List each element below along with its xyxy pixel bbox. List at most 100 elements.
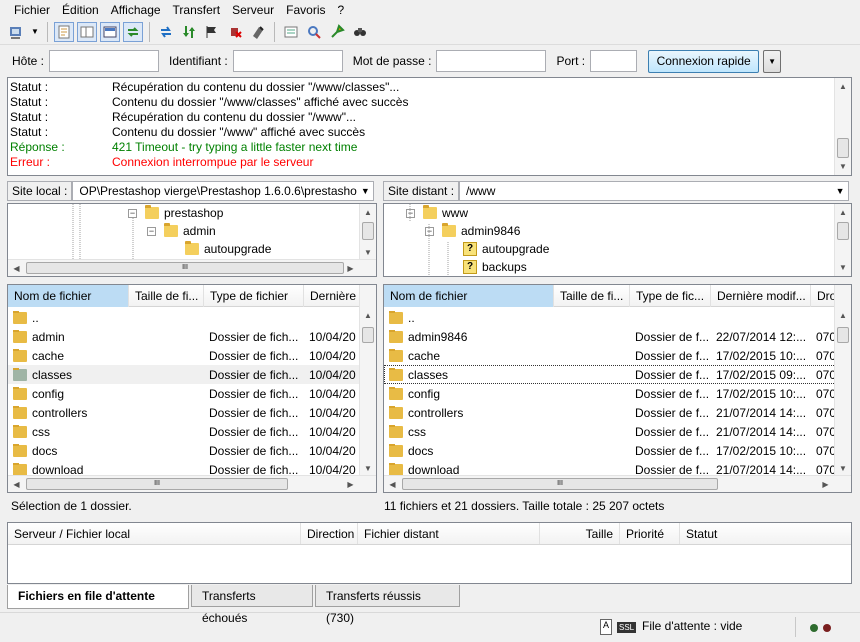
remote-col-date[interactable]: Dernière modif... — [711, 285, 811, 307]
tree-view-icon[interactable] — [77, 21, 97, 42]
status-bar: A SSL File d'attente : vide — [0, 612, 860, 642]
tree-node[interactable]: − admin — [147, 222, 216, 240]
file-row[interactable]: css Dossier de f... 21/07/2014 14:... 070 — [384, 422, 836, 441]
remote-col-type[interactable]: Type de fic... — [630, 285, 711, 307]
message-log-icon[interactable] — [54, 21, 74, 42]
remote-list-hscroll[interactable]: ◀ III ▶ — [384, 475, 851, 492]
file-row[interactable]: config Dossier de fich... 10/04/20 — [8, 384, 360, 403]
log-type: Statut : — [10, 110, 49, 124]
local-col-date[interactable]: Dernière — [304, 285, 360, 307]
chevron-down-icon[interactable]: ▼ — [832, 182, 849, 200]
search-icon[interactable] — [350, 22, 370, 42]
file-date-cell: 22/07/2014 12:... — [716, 329, 807, 344]
file-row[interactable]: controllers Dossier de f... 21/07/2014 14:… — [384, 403, 836, 422]
log-type: Statut : — [10, 80, 49, 94]
file-name-cell: config — [8, 386, 129, 401]
tab-failed-transfers[interactable]: Transferts échoués — [191, 585, 313, 625]
disconnect-icon[interactable] — [225, 22, 245, 42]
file-type-cell: Dossier de f... — [635, 405, 710, 420]
local-file-list: Nom de fichier Taille de fi... Type de f… — [7, 284, 377, 493]
quickconnect-button[interactable]: Connexion rapide — [648, 49, 760, 73]
local-tree-hscroll[interactable]: ◀ III ▶ — [8, 259, 376, 276]
password-label: Mot de passe : — [352, 54, 432, 68]
local-tree-vscroll[interactable]: ▲ ▼ — [359, 204, 376, 261]
local-col-name[interactable]: Nom de fichier — [8, 285, 129, 307]
queue-col-size[interactable]: Taille — [540, 523, 620, 544]
directory-listing-filter-icon[interactable] — [281, 22, 301, 42]
port-input[interactable] — [590, 50, 638, 72]
file-perm-cell: 070 — [816, 329, 836, 344]
dropdown-arrow-icon[interactable]: ▼ — [29, 22, 41, 42]
folder-icon — [389, 329, 403, 343]
file-row[interactable]: docs Dossier de fich... 10/04/20 — [8, 441, 360, 460]
menu-item-6[interactable]: ? — [332, 3, 351, 17]
local-col-type[interactable]: Type de fichier — [204, 285, 304, 307]
local-list-hscroll[interactable]: ◀ III ▶ — [8, 475, 376, 492]
file-row[interactable]: .. — [384, 308, 836, 327]
file-row[interactable]: docs Dossier de f... 17/02/2015 10:... 070 — [384, 441, 836, 460]
host-label: Hôte : — [12, 54, 45, 68]
tree-node[interactable]: autoupgrade — [166, 240, 271, 258]
remote-site-label: Site distant : — [383, 181, 460, 201]
collapse-icon[interactable]: − — [147, 226, 156, 236]
quickconnect-history-dropdown[interactable]: ▼ — [763, 49, 782, 73]
refresh-icon[interactable] — [156, 22, 176, 42]
local-path-input[interactable]: OP\Prestashop vierge\Prestashop 1.6.0.6\… — [72, 181, 375, 201]
file-row[interactable]: classes Dossier de fich... 10/04/20 — [8, 365, 360, 384]
reconnect-icon[interactable] — [248, 22, 268, 42]
chevron-down-icon[interactable]: ▼ — [357, 182, 374, 200]
process-queue-icon[interactable] — [179, 22, 199, 42]
menu-bar: Fichier Édition Affichage Transfert Serveur F… — [0, 0, 860, 19]
menu-item-3[interactable]: Transfert — [167, 3, 227, 17]
file-row[interactable]: css Dossier de fich... 10/04/20 — [8, 422, 360, 441]
menu-item-5[interactable]: Favoris — [280, 3, 331, 17]
remote-col-size[interactable]: Taille de fi... — [554, 285, 630, 307]
remote-path-input[interactable]: /www ▼ — [459, 181, 850, 201]
folder-icon — [389, 443, 403, 457]
local-col-size[interactable]: Taille de fi... — [129, 285, 204, 307]
queue-col-remote[interactable]: Fichier distant — [358, 523, 540, 544]
username-input[interactable] — [232, 50, 343, 72]
menu-item-0[interactable]: Fichier — [8, 3, 56, 17]
file-name-cell: admin9846 — [384, 329, 554, 344]
sync-browse-icon[interactable] — [327, 22, 347, 42]
folder-icon — [389, 405, 403, 419]
local-tree-icon[interactable] — [100, 21, 120, 42]
tab-successful-transfers[interactable]: Transferts réussis (730) — [315, 585, 460, 625]
file-date-cell: 10/04/20 — [309, 405, 356, 420]
remote-col-name[interactable]: Nom de fichier — [384, 285, 554, 307]
queue-col-direction[interactable]: Direction — [301, 523, 358, 544]
compare-icon[interactable] — [304, 22, 324, 42]
file-row[interactable]: admin9846 Dossier de f... 22/07/2014 12:..… — [384, 327, 836, 346]
remote-col-perm[interactable]: Dro — [811, 285, 836, 307]
remote-tree-vscroll[interactable]: ▲ ▼ — [834, 204, 851, 276]
message-log-scrollbar[interactable]: ▲ ▼ — [834, 78, 851, 175]
menu-item-4[interactable]: Serveur — [226, 3, 280, 17]
file-row[interactable]: classes Dossier de f... 17/02/2015 09:... 0… — [384, 365, 836, 384]
file-row[interactable]: controllers Dossier de fich... 10/04/20 — [8, 403, 360, 422]
remote-tree-icon[interactable] — [123, 21, 143, 42]
queue-col-server[interactable]: Serveur / Fichier local — [8, 523, 301, 544]
password-input[interactable] — [436, 50, 547, 72]
remote-list-vscroll[interactable]: ▲ ▼ — [834, 285, 851, 477]
queue-col-priority[interactable]: Priorité — [620, 523, 680, 544]
file-name: classes — [408, 367, 449, 382]
menu-item-2[interactable]: Affichage — [105, 3, 167, 17]
remote-path-bar: Site distant : /www ▼ — [383, 180, 852, 202]
host-input[interactable] — [49, 50, 160, 72]
file-row[interactable]: admin Dossier de fich... 10/04/20 — [8, 327, 360, 346]
local-list-vscroll[interactable]: ▲ ▼ — [359, 285, 376, 477]
menu-item-1[interactable]: Édition — [56, 3, 105, 17]
folder-icon — [389, 348, 403, 362]
file-row[interactable]: .. — [8, 308, 360, 327]
queue-col-status[interactable]: Statut — [680, 523, 851, 544]
site-manager-icon[interactable] — [6, 22, 26, 42]
file-row[interactable]: config Dossier de f... 17/02/2015 10:... 07… — [384, 384, 836, 403]
local-status: Sélection de 1 dossier. — [11, 499, 132, 513]
cancel-icon[interactable] — [202, 22, 222, 42]
file-row[interactable]: cache Dossier de fich... 10/04/20 — [8, 346, 360, 365]
file-row[interactable]: cache Dossier de f... 17/02/2015 10:... 070 — [384, 346, 836, 365]
local-tree: − prestashop − admin autoupgrade ▲ ▼ ◀ III ▶ — [7, 203, 377, 277]
tab-queued-files[interactable]: Fichiers en file d'attente — [7, 585, 189, 609]
file-date-cell: 10/04/20 — [309, 443, 356, 458]
